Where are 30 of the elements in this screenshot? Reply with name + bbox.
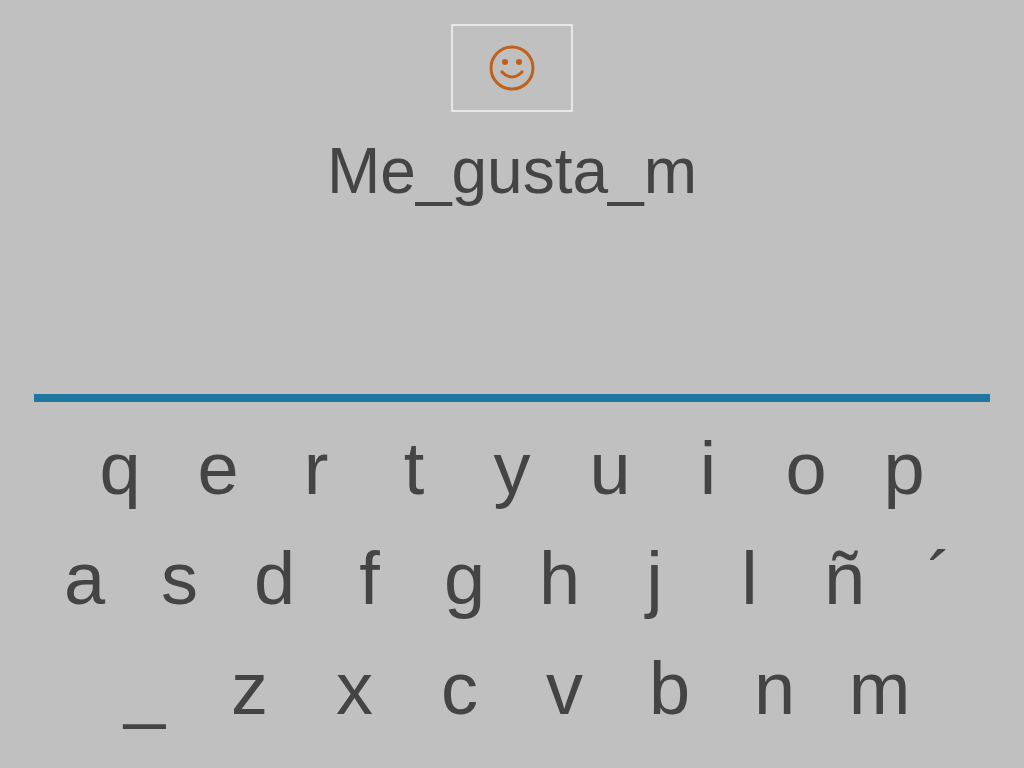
- letter-key[interactable]: o: [757, 424, 855, 514]
- letter-key[interactable]: v: [512, 644, 617, 734]
- letter-key[interactable]: z: [197, 644, 302, 734]
- hint-button[interactable]: [451, 24, 573, 112]
- letter-key[interactable]: f: [322, 534, 417, 624]
- letter-key[interactable]: m: [827, 644, 932, 734]
- letter-key[interactable]: _: [92, 644, 197, 734]
- letter-key[interactable]: a: [37, 534, 132, 624]
- letter-key[interactable]: e: [169, 424, 267, 514]
- letter-key[interactable]: i: [659, 424, 757, 514]
- letter-key[interactable]: n: [722, 644, 827, 734]
- letter-key[interactable]: d: [227, 534, 322, 624]
- letter-key[interactable]: t: [365, 424, 463, 514]
- letter-key[interactable]: y: [463, 424, 561, 514]
- letter-key[interactable]: u: [561, 424, 659, 514]
- answer-text: Me_gusta_m: [327, 134, 697, 208]
- letter-key[interactable]: ´: [892, 534, 987, 624]
- letter-key[interactable]: j: [607, 534, 702, 624]
- letter-key[interactable]: h: [512, 534, 607, 624]
- letter-key[interactable]: ñ: [797, 534, 892, 624]
- letter-key[interactable]: b: [617, 644, 722, 734]
- letter-key[interactable]: l: [702, 534, 797, 624]
- letter-key[interactable]: s: [132, 534, 227, 624]
- smiley-icon: [487, 43, 537, 93]
- letter-key[interactable]: g: [417, 534, 512, 624]
- letter-key[interactable]: x: [302, 644, 407, 734]
- letter-key[interactable]: q: [71, 424, 169, 514]
- letter-key[interactable]: c: [407, 644, 512, 734]
- letter-key[interactable]: p: [855, 424, 953, 514]
- letter-key[interactable]: r: [267, 424, 365, 514]
